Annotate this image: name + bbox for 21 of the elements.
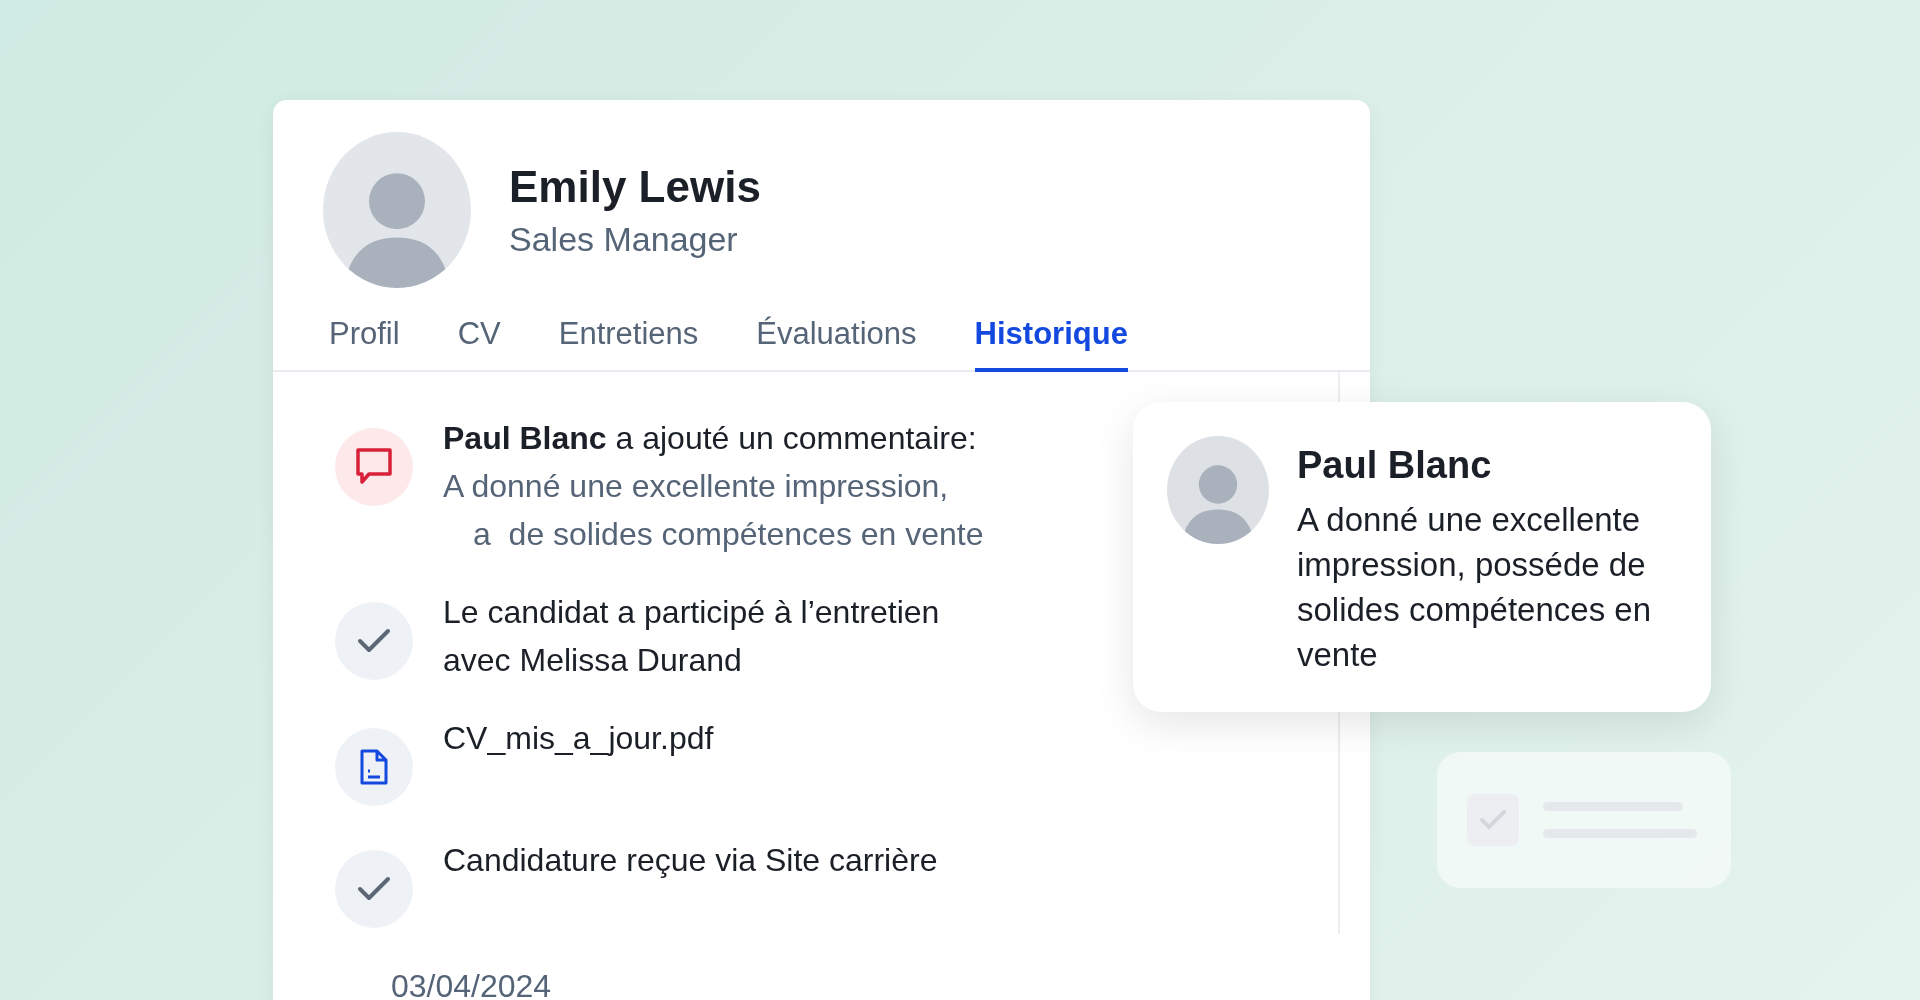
speech-bubble-icon (355, 447, 393, 487)
history-date: 03/04/2024 (390, 967, 553, 1000)
tab[interactable]: Historique (974, 310, 1128, 372)
checkmark-icon (357, 628, 391, 654)
candidate-role: Sales Manager (509, 219, 739, 259)
tab[interactable]: Profil (329, 310, 400, 372)
candidate-name: Emily Lewis (509, 161, 761, 212)
checkbox-icon (1467, 794, 1519, 846)
tab[interactable]: Évaluations (756, 310, 917, 372)
comment-author: Paul Blanc (1297, 444, 1493, 487)
tab[interactable]: CV (457, 310, 501, 372)
comment-text: A donné une excellente impression, posséde de solides compétences en vente (1297, 500, 1653, 675)
checkmark-icon (357, 876, 391, 902)
history-entry-text: Le candidat a participé à l’entretien avec Melissa Durand (443, 593, 941, 680)
history-entry-text: Candidature reçue via Site carrière (443, 841, 939, 880)
comment-text: a de solides compétences en vente (472, 515, 985, 554)
tab[interactable]: Entretiens (558, 310, 699, 372)
comment-text: A donné une excellente impression, (443, 467, 950, 506)
document-icon (359, 749, 389, 785)
history-entry-text: CV_mis_a_jour.pdf (443, 719, 715, 758)
history-entry-text: Paul Blanc a ajouté un commentaire: (443, 419, 978, 458)
